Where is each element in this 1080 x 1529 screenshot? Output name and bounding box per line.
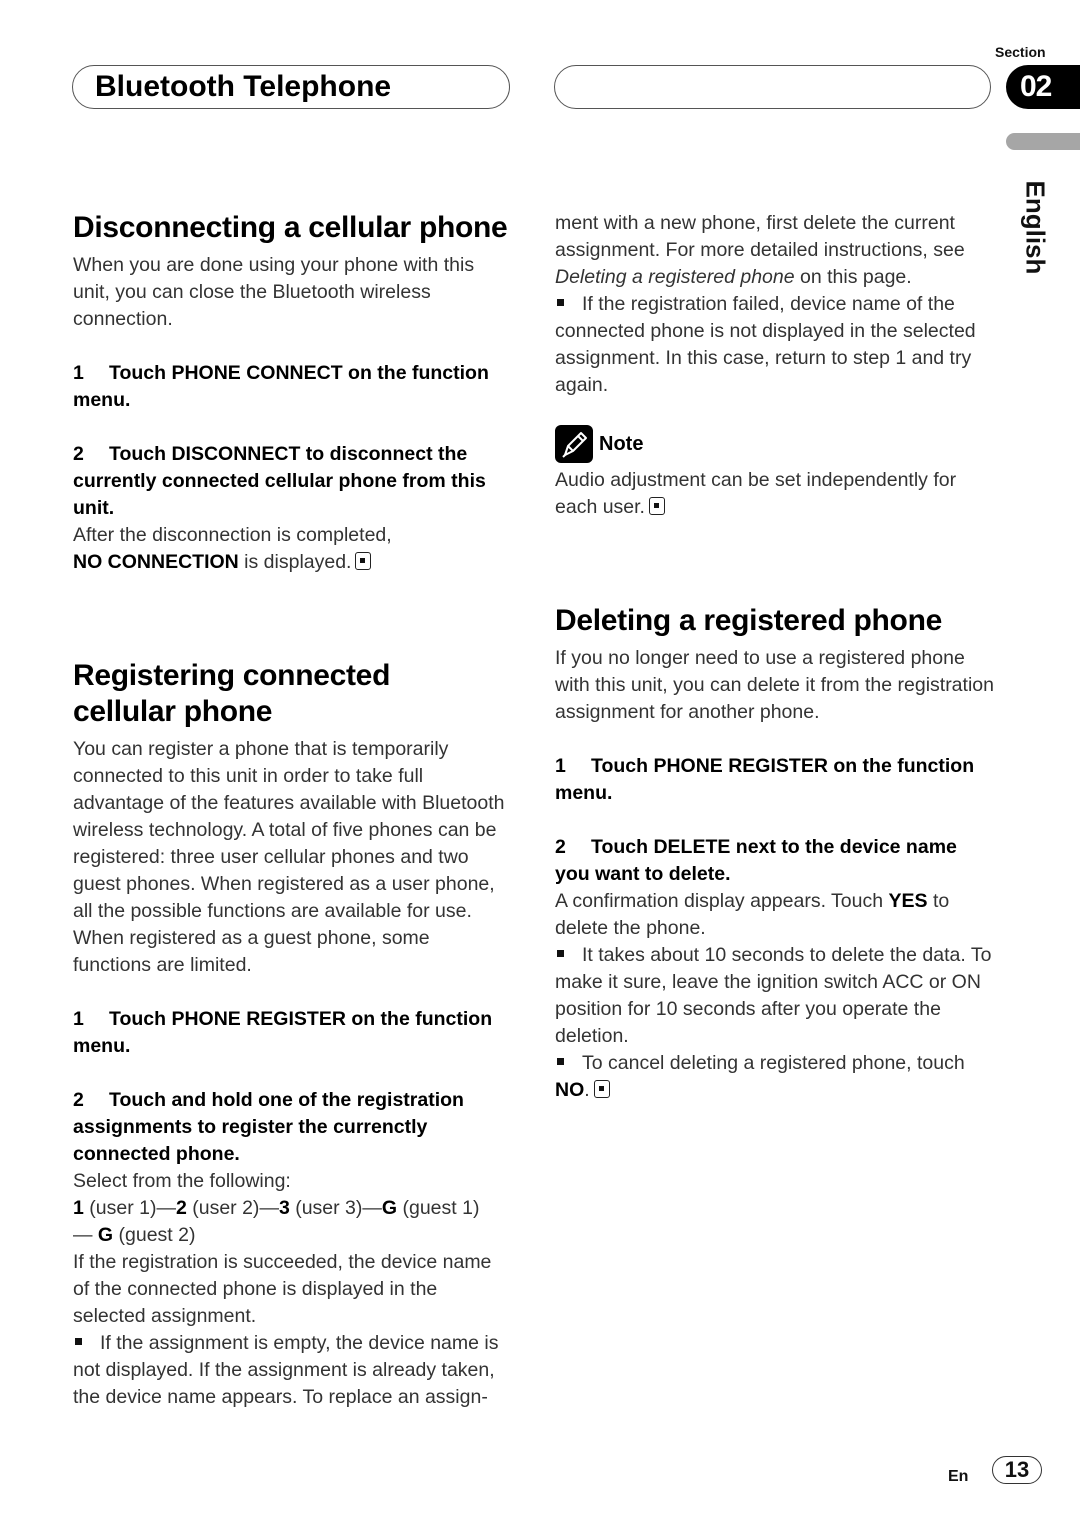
chapter-title-pill: Bluetooth Telephone — [72, 65, 510, 109]
option-label: (user 2) — [186, 1197, 260, 1219]
step-number: 2 — [555, 836, 566, 858]
result-text: After the disconnection is completed, — [73, 524, 392, 546]
separator: — — [156, 1197, 176, 1219]
step-text: Touch PHONE REGISTER on the function men… — [555, 755, 975, 804]
end-of-section-icon — [593, 1080, 610, 1098]
option-key: 2 — [175, 1197, 187, 1219]
right-column: ment with a new phone, first delete the … — [555, 210, 995, 1104]
note-body: Audio adjustment can be set independentl… — [555, 469, 957, 518]
step-number: 1 — [73, 362, 84, 384]
note-text: Audio adjustment can be set independentl… — [555, 467, 995, 521]
step-number: 2 — [73, 443, 84, 465]
result-text-end: is displayed. — [238, 551, 352, 573]
disconnect-result: After the disconnection is completed, NO … — [73, 522, 513, 576]
register-step-1: 1 Touch PHONE REGISTER on the function me… — [73, 1006, 513, 1060]
continued-text-start: ment with a new phone, first delete the … — [555, 212, 965, 261]
continued-text-end: on this page. — [794, 266, 912, 288]
option-key: G — [381, 1197, 398, 1219]
footer-language-code: En — [948, 1468, 969, 1485]
delete-bullet-2: To cancel deleting a registered phone, t… — [555, 1050, 995, 1104]
option-key: 1 — [73, 1197, 84, 1219]
separator: — — [259, 1197, 279, 1219]
end-of-section-icon — [355, 552, 372, 570]
register-bullet: If the assignment is empty, the device n… — [73, 1330, 513, 1411]
step-text: Touch DISCONNECT to disconnect the curre… — [73, 443, 486, 519]
option-label: (user 3) — [289, 1197, 363, 1219]
disconnect-intro: When you are done using your phone with … — [73, 254, 475, 330]
step-text: Touch PHONE CONNECT on the function menu… — [73, 362, 489, 411]
no-label: NO — [555, 1079, 585, 1101]
note-label: Note — [599, 432, 644, 455]
step-number: 2 — [73, 1089, 84, 1111]
section-tab: 02 — [1006, 65, 1080, 109]
register-intro: You can register a phone that is tempora… — [73, 738, 505, 976]
step-number: 1 — [73, 1008, 84, 1030]
delete-confirm: A confirmation display appears. Touch YE… — [555, 888, 995, 942]
step-text: Touch and hold one of the registration a… — [73, 1089, 464, 1165]
option-label: (guest 2) — [113, 1224, 196, 1246]
chapter-title: Bluetooth Telephone — [95, 70, 392, 103]
bullet-text: It takes about 10 seconds to delete the … — [555, 944, 992, 1047]
confirm-text: A confirmation display appears. Touch — [555, 890, 889, 912]
separator: — — [73, 1224, 93, 1246]
bullet-text: If the registration failed, device name … — [555, 293, 976, 396]
language-tab-bar — [1006, 133, 1080, 150]
option-label: (guest 1) — [397, 1197, 480, 1219]
heading-deleting: Deleting a registered phone — [555, 604, 942, 637]
pencil-note-icon — [555, 425, 593, 463]
empty-header-pill — [554, 65, 991, 109]
option-label: (user 1) — [83, 1197, 157, 1219]
left-column: Disconnecting a cellular phone When you … — [73, 210, 513, 1411]
disconnect-step-2: 2 Touch DISCONNECT to disconnect the curr… — [73, 441, 513, 522]
language-label: English — [1020, 180, 1051, 275]
delete-step-2: 2 Touch DELETE next to the device name yo… — [555, 834, 995, 888]
delete-bullet-1: It takes about 10 seconds to delete the … — [555, 942, 995, 1050]
step-text: Touch PHONE REGISTER on the function men… — [73, 1008, 493, 1057]
status-no-connection: NO CONNECTION — [73, 551, 239, 573]
step-number: 1 — [555, 755, 566, 777]
heading-line: Registering connected — [73, 659, 391, 692]
yes-label: YES — [888, 890, 928, 912]
note-header: Note — [555, 425, 995, 463]
section-label: Section — [995, 44, 1046, 60]
heading-disconnecting: Disconnecting a cellular phone — [73, 211, 508, 244]
bullet-text-end: . — [584, 1079, 590, 1101]
cross-reference-link[interactable]: Deleting a registered phone — [555, 266, 795, 288]
bullet-icon — [75, 1338, 82, 1346]
page-number: 13 — [992, 1456, 1042, 1484]
heading-line: cellular phone — [73, 695, 273, 728]
register-success-text: If the registration is succeeded, the de… — [73, 1251, 492, 1327]
delete-intro: If you no longer need to use a registere… — [555, 647, 994, 723]
disconnect-step-1: 1 Touch PHONE CONNECT on the function men… — [73, 360, 513, 414]
bullet-icon — [557, 1058, 564, 1066]
continued-text: ment with a new phone, first delete the … — [555, 210, 995, 291]
register-step-2: 2 Touch and hold one of the registration … — [73, 1087, 513, 1168]
delete-step-1: 1 Touch PHONE REGISTER on the function me… — [555, 753, 995, 807]
bullet-icon — [557, 950, 564, 958]
bullet-text: If the assignment is empty, the device n… — [73, 1332, 499, 1408]
bullet-icon — [557, 299, 564, 307]
step-text: Touch DELETE next to the device name you… — [555, 836, 957, 885]
heading-registering: Registering connected cellular phone — [73, 658, 513, 730]
option-key: 3 — [278, 1197, 290, 1219]
section-number: 02 — [1020, 70, 1052, 103]
select-text: Select from the following: — [73, 1170, 291, 1192]
register-failed-bullet: If the registration failed, device name … — [555, 291, 995, 399]
option-key: G — [97, 1224, 114, 1246]
bullet-text: To cancel deleting a registered phone, t… — [582, 1052, 965, 1074]
assignment-options: 1 (user 1)—2 (user 2)—3 (user 3)—G (gues… — [73, 1195, 513, 1249]
end-of-section-icon — [648, 497, 665, 515]
separator: — — [362, 1197, 382, 1219]
